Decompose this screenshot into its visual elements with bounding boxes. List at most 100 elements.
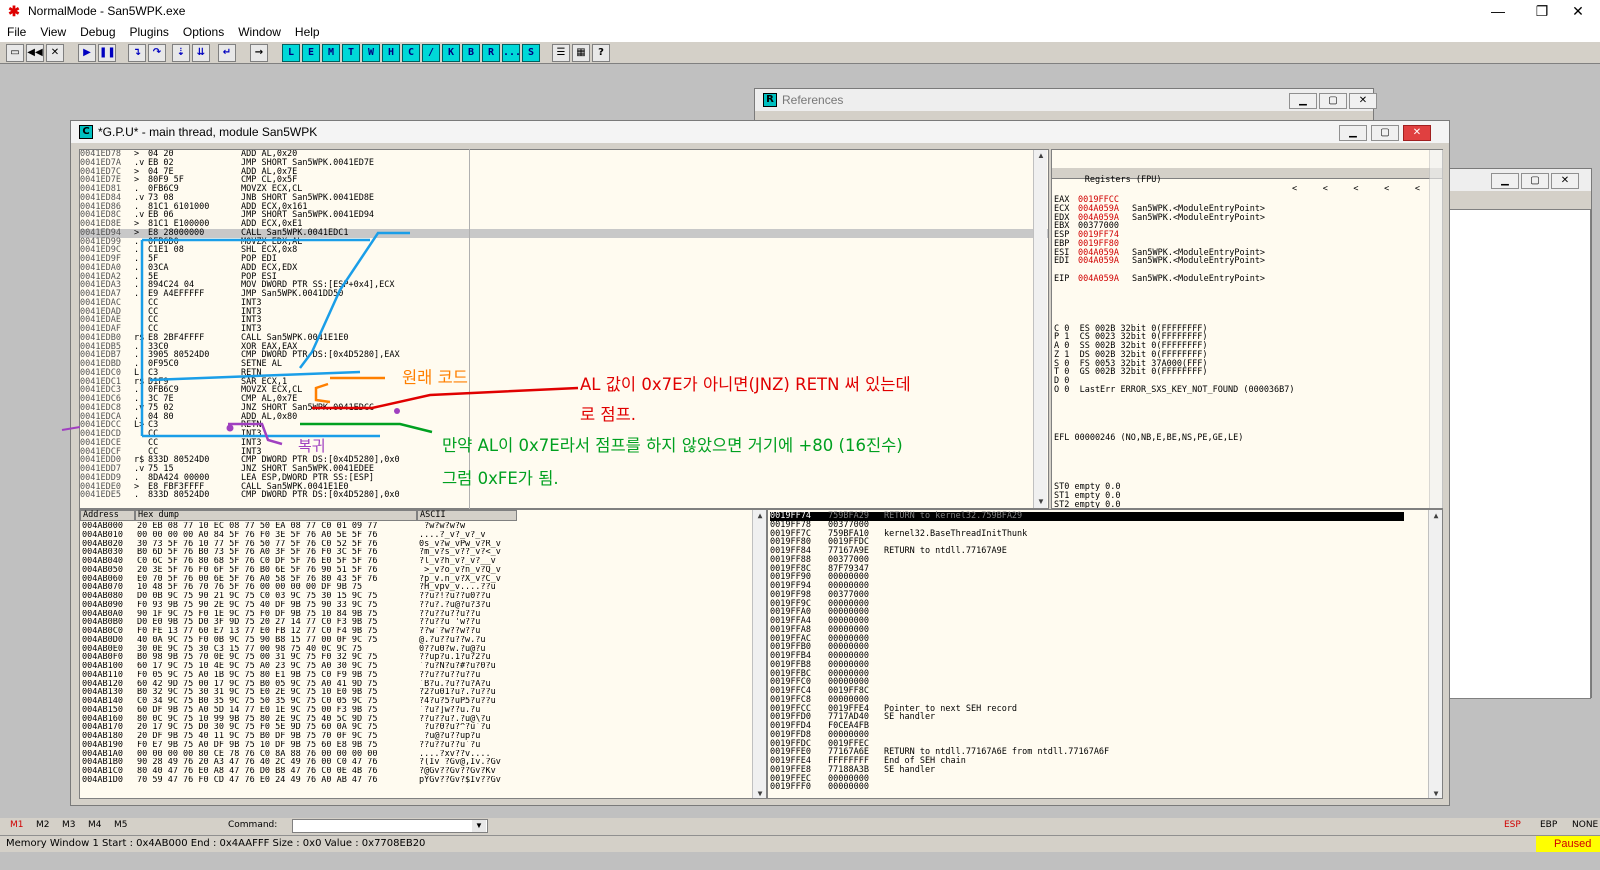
run-icon[interactable]: ▶ [78, 44, 96, 62]
call-stack-button[interactable]: K [442, 44, 460, 62]
register-row[interactable]: EDI 004A059A San5WPK.<ModuleEntryPoint> [1054, 257, 1442, 266]
command-input[interactable] [292, 819, 488, 833]
dump-row[interactable]: 004AB160 80 0C 9C 75 10 99 9B 75 80 2E 9C… [82, 715, 519, 724]
dump-row[interactable]: 004AB060 E0 70 5F 76 00 6E 5F 76 A0 58 5F… [82, 575, 519, 584]
pause-icon[interactable]: ❚❚ [98, 44, 116, 62]
bg-minimize-button[interactable]: ▁ [1491, 173, 1519, 189]
rewind-icon[interactable]: ◀◀ [26, 44, 44, 62]
disasm-row[interactable]: 0041EDD7 .v 75 15 JNZ SHORT San5WPK.0041EDE… [80, 465, 1048, 474]
list-icon[interactable]: ☰ [552, 44, 570, 62]
dump-address-header[interactable]: Address [80, 510, 135, 521]
disasm-row[interactable]: 0041EDA0. 03CA ADD ECX,EDX [80, 263, 1048, 273]
registers-nav-icon[interactable]: < < < < < [1292, 185, 1420, 194]
handles-button[interactable]: H [382, 44, 400, 62]
disasm-row[interactable]: 0041EDC8 .v 75 02 JNZ SHORT San5WPK.0041EDC… [80, 403, 1048, 413]
dump-row[interactable]: 004AB020 30 73 5F 76 10 77 5F 76 50 77 5F… [82, 540, 519, 549]
stack-scrollbar[interactable]: ▲ ▼ [1428, 510, 1442, 798]
dump-row[interactable]: 004AB090 F0 93 9B 75 90 2E 9C 75 40 DF 9B… [82, 601, 519, 610]
disasm-row[interactable]: 0041ED7E >80F9 5F CMP CL,0x5F [80, 176, 1048, 185]
dump-ascii-header[interactable]: ASCII [417, 510, 517, 521]
dump-row[interactable]: 004AB150 60 DF 9B 75 A0 5D 14 77 E0 1E 9C… [82, 706, 519, 715]
log-button[interactable]: L [282, 44, 300, 62]
disasm-row[interactable]: 0041ED9C. C1E1 08 SHL ECX,0x8 [80, 246, 1048, 255]
disasm-row[interactable]: 0041EDA3. 894C24 04 MOV DWORD PTR SS:[ESP+… [80, 281, 1048, 290]
dump-row[interactable]: 004AB170 20 17 9C 75 D0 30 9C 75 F0 5E 9D… [82, 723, 519, 732]
mark-m1[interactable]: M1 [10, 820, 24, 830]
step-over-icon[interactable]: ↷ [148, 44, 166, 62]
mark-m2[interactable]: M2 [36, 820, 50, 830]
dump-row[interactable]: 004AB080 D0 0B 9C 75 90 21 9C 75 C0 03 9C… [82, 592, 519, 601]
flag-row[interactable]: T 0 GS 002B 32bit 0(FFFFFFFF) [1054, 368, 1442, 377]
menu-plugins[interactable]: Plugins [123, 25, 176, 39]
dump-row[interactable]: 004AB0C0 F0 FE 13 77 60 E7 13 77 E0 FB 12… [82, 627, 519, 636]
dump-row[interactable]: 004AB110 F0 05 9C 75 A0 1B 9C 75 80 E1 9B… [82, 671, 519, 680]
minimize-button[interactable]: — [1476, 0, 1520, 22]
disasm-row[interactable]: 0041ED7C >04 7E ADD AL,0x7E [80, 167, 1048, 177]
chevron-down-icon[interactable]: ▼ [472, 820, 486, 832]
disasm-row[interactable]: 0041EDCC L> C3 RETN [80, 421, 1048, 430]
esp-label[interactable]: ESP [1504, 820, 1521, 830]
cpu-maximize-button[interactable]: ▢ [1371, 125, 1399, 141]
grid-icon[interactable]: ▦ [572, 44, 590, 62]
dump-row[interactable]: 004AB0B0 D0 E0 9B 75 D0 3F 9D 75 20 27 14… [82, 618, 519, 627]
disasm-row[interactable]: 0041EDAF CC INT3 [80, 325, 1048, 334]
ebp-label[interactable]: EBP [1540, 820, 1557, 830]
source-button[interactable]: S [522, 44, 540, 62]
disasm-row[interactable]: 0041EDAC CC INT3 [80, 298, 1048, 308]
chevron-down-icon[interactable]: ▼ [1034, 496, 1048, 508]
menu-file[interactable]: File [0, 25, 33, 39]
disasm-row[interactable]: 0041EDC6. 3C 7E CMP AL,0x7E [80, 395, 1048, 404]
mark-m4[interactable]: M4 [88, 820, 102, 830]
dump-pane[interactable]: Address Hex dump ASCII 004AB000 20 EB 08 … [79, 509, 767, 799]
disasm-row[interactable]: 0041ED9F. 5F POP EDI [80, 255, 1048, 264]
disasm-row[interactable]: 0041EDE0 > E8 FBF3FFFF CALL San5WPK.0041E1E… [80, 482, 1048, 492]
dump-row[interactable]: 004AB180 20 DF 9B 75 40 11 9C 75 B0 DF 9B… [82, 732, 519, 741]
disasm-row[interactable]: 0041ED99. 0FB6D0 MOVZX EDX,AL [80, 237, 1048, 247]
stack-row[interactable]: 0019FFF0 00000000 [770, 783, 1404, 792]
disasm-row[interactable]: 0041EDCA. 04 80 ADD AL,0x80 [80, 412, 1048, 422]
step-into-icon[interactable]: ↴ [128, 44, 146, 62]
registers-header[interactable]: Registers (FPU) < < < < < [1052, 167, 1442, 193]
dump-row[interactable]: 004AB040 C0 6C 5F 76 80 68 5F 76 C0 DF 5F… [82, 557, 519, 566]
disasm-row[interactable]: 0041EDD0 r$ 833D 80524D0 CMP DWORD PTR DS:[… [80, 456, 1048, 465]
disasm-row[interactable]: 0041EDE5. 833D 80524D0 CMP DWORD PTR DS:[0… [80, 491, 1048, 500]
open-icon[interactable]: ▭ [6, 44, 24, 62]
disassembly-scrollbar[interactable]: ▲ ▼ [1033, 150, 1047, 508]
dump-row[interactable]: 004AB1C0 80 40 47 76 E0 A8 47 76 D0 B8 47… [82, 767, 519, 776]
references-button[interactable]: R [482, 44, 500, 62]
references-close-button[interactable]: ✕ [1349, 93, 1377, 109]
dump-row[interactable]: 004AB010 00 00 00 00 A0 84 5F 76 F0 3E 5F… [82, 531, 519, 540]
dump-row[interactable]: 004AB1B0 90 28 49 76 20 A3 47 76 40 2C 49… [82, 758, 519, 767]
disasm-row[interactable]: 0041ED78 >04 20 ADD AL,0x20 [80, 150, 1048, 159]
dump-row[interactable]: 004AB0A0 90 1F 9C 75 F0 1E 9C 75 F0 DF 9B… [82, 610, 519, 619]
registers-pane[interactable]: Registers (FPU) < < < < < EAX 0019FFCC ECX… [1051, 149, 1443, 509]
mark-m3[interactable]: M3 [62, 820, 76, 830]
disasm-row[interactable]: 0041ED81. 0FB6C9 MOVZX ECX,CL [80, 185, 1048, 194]
bg-maximize-button[interactable]: ▢ [1521, 173, 1549, 189]
fpu-row[interactable]: ST2 empty 0.0 [1054, 500, 1442, 508]
references-maximize-button[interactable]: ▢ [1319, 93, 1347, 109]
menu-view[interactable]: View [33, 25, 73, 39]
threads-button[interactable]: T [342, 44, 360, 62]
cpu-button[interactable]: C [402, 44, 420, 62]
menu-debug[interactable]: Debug [73, 25, 122, 39]
mark-m5[interactable]: M5 [114, 820, 128, 830]
none-label[interactable]: NONE [1572, 820, 1598, 830]
menu-window[interactable]: Window [231, 25, 288, 39]
dump-row[interactable]: 004AB140 C0 34 9C 75 B0 35 9C 75 50 35 9C… [82, 697, 519, 706]
chevron-down-icon[interactable]: ▼ [1429, 788, 1442, 798]
dump-row[interactable]: 004AB120 60 42 9D 75 00 17 9C 75 B0 05 9C… [82, 680, 519, 689]
windows-button[interactable]: W [362, 44, 380, 62]
disasm-row[interactable]: 0041EDAD CC INT3 [80, 307, 1048, 317]
dump-row[interactable]: 004AB190 F0 E7 9B 75 A0 DF 9B 75 10 DF 9B… [82, 741, 519, 750]
disasm-row[interactable]: 0041ED94 > E8 28000000 CALL San5WPK.0041EDC… [80, 228, 1048, 238]
dump-row[interactable]: 004AB130 B0 32 9C 75 30 31 9C 75 E0 2E 9C… [82, 688, 519, 697]
cpu-close-button[interactable]: ✕ [1403, 125, 1431, 141]
dump-row[interactable]: 004AB1A0 00 00 00 00 80 CE 78 76 C0 8A 88… [82, 750, 519, 759]
disasm-row[interactable]: 0041EDB5. 33C0 XOR EAX,EAX [80, 342, 1048, 352]
executables-button[interactable]: E [302, 44, 320, 62]
dump-hex-header[interactable]: Hex dump [135, 510, 417, 521]
close-button[interactable]: ✕ [1556, 0, 1600, 22]
disasm-row[interactable]: 0041EDA2. 5E POP ESI [80, 272, 1048, 282]
disasm-row[interactable]: 0041ED8E >81C1 E100000 ADD ECX,0xE1 [80, 220, 1048, 229]
